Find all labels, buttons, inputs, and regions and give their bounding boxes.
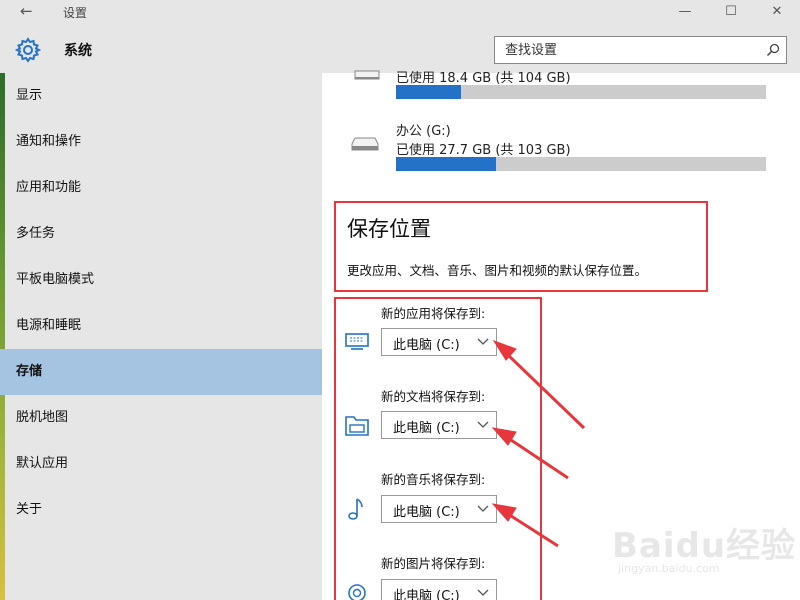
sidebar-item-storage[interactable]: 存储 — [0, 349, 322, 395]
maximize-button[interactable]: ☐ — [708, 0, 754, 25]
sidebar-item-default-apps[interactable]: 默认应用 — [0, 441, 322, 487]
drive-usage-text: 已使用 27.7 GB (共 103 GB) — [396, 143, 571, 158]
sidebar-item-notifications[interactable]: 通知和操作 — [0, 119, 322, 165]
search-box[interactable] — [494, 36, 787, 64]
annotation-box-save-locations — [334, 297, 542, 600]
drive-name[interactable]: 办公 (G:) — [396, 120, 451, 139]
sidebar-item-apps[interactable]: 应用和功能 — [0, 165, 322, 211]
minimize-button[interactable]: — — [662, 0, 708, 25]
sidebar-item-tablet-mode[interactable]: 平板电脑模式 — [0, 257, 322, 303]
back-arrow-icon[interactable]: ← — [20, 2, 33, 20]
sidebar-item-display[interactable]: 显示 — [0, 73, 322, 119]
annotation-box-section-header — [334, 201, 708, 292]
sidebar-item-power-sleep[interactable]: 电源和睡眠 — [0, 303, 322, 349]
sidebar-item-about[interactable]: 关于 — [0, 487, 322, 533]
sidebar-item-offline-maps[interactable]: 脱机地图 — [0, 395, 322, 441]
drive-usage-bar — [396, 85, 766, 99]
search-input[interactable] — [495, 37, 760, 63]
drive-usage-text: 已使用 18.4 GB (共 104 GB) — [396, 71, 571, 86]
hard-drive-icon — [351, 137, 379, 151]
hard-drive-icon — [354, 70, 380, 80]
sidebar-item-multitasking[interactable]: 多任务 — [0, 211, 322, 257]
drive-usage-fill — [396, 157, 496, 171]
gear-icon — [14, 37, 42, 63]
window-title: 设置 — [63, 6, 88, 20]
title-bar: ← 设置 — ☐ ✕ — [0, 0, 800, 25]
search-icon[interactable] — [766, 43, 780, 57]
close-button[interactable]: ✕ — [754, 0, 800, 25]
drive-usage-bar — [396, 157, 766, 171]
page-title: 系统 — [64, 43, 92, 59]
drive-usage-fill — [396, 85, 462, 99]
page-header: 系统 — [0, 25, 800, 73]
